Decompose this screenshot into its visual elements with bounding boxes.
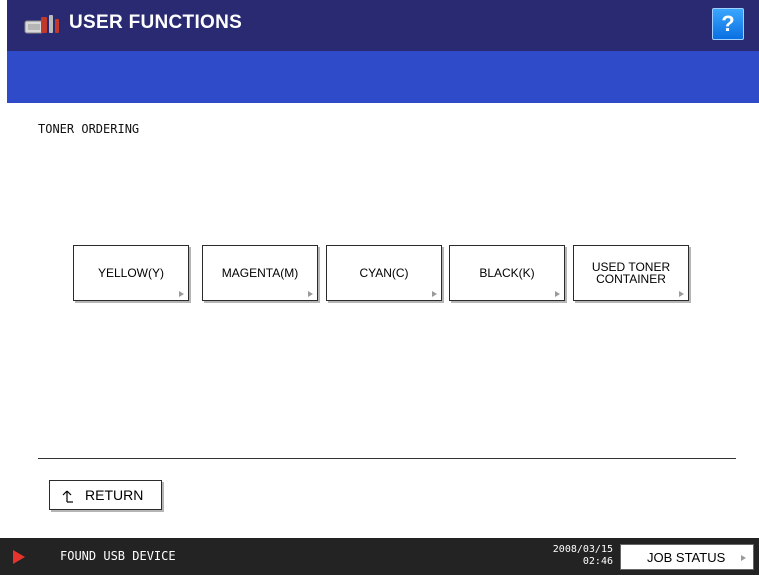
status-alert-icon <box>13 550 25 564</box>
date-time: 2008/03/15 02:46 <box>553 544 613 568</box>
cyan-toner-label: CYAN(C) <box>359 266 409 280</box>
help-button[interactable]: ? <box>712 8 744 40</box>
arrow-right-icon <box>432 291 437 297</box>
arrow-right-icon <box>308 291 313 297</box>
divider <box>38 458 736 459</box>
magenta-toner-label: MAGENTA(M) <box>221 266 299 280</box>
title-bar: USER FUNCTIONS ? <box>7 0 759 51</box>
cyan-toner-button[interactable]: CYAN(C) <box>326 245 442 301</box>
arrow-right-icon <box>741 555 746 561</box>
return-label: RETURN <box>85 487 144 503</box>
user-functions-icon <box>24 15 59 34</box>
page-title: TONER ORDERING <box>38 122 140 136</box>
arrow-right-icon <box>679 291 684 297</box>
sub-header-bar <box>7 51 759 103</box>
date: 2008/03/15 <box>552 544 613 555</box>
yellow-toner-label: YELLOW(Y) <box>97 266 164 280</box>
app-title: USER FUNCTIONS <box>69 12 243 33</box>
used-toner-container-button[interactable]: USED TONER CONTAINER <box>573 245 689 301</box>
yellow-toner-button[interactable]: YELLOW(Y) <box>73 245 189 301</box>
magenta-toner-button[interactable]: MAGENTA(M) <box>202 245 318 301</box>
return-arrow-icon <box>62 490 73 503</box>
time: 02:46 <box>582 556 613 567</box>
arrow-right-icon <box>555 291 560 297</box>
status-message: FOUND USB DEVICE <box>60 549 176 563</box>
job-status-button[interactable]: JOB STATUS <box>620 544 754 570</box>
return-button[interactable]: RETURN <box>49 480 162 510</box>
used-toner-line2: CONTAINER <box>596 272 666 286</box>
job-status-label: JOB STATUS <box>647 550 726 565</box>
black-toner-label: BLACK(K) <box>479 266 535 280</box>
used-toner-container-label: USED TONER CONTAINER <box>592 261 670 285</box>
black-toner-button[interactable]: BLACK(K) <box>449 245 565 301</box>
arrow-right-icon <box>179 291 184 297</box>
